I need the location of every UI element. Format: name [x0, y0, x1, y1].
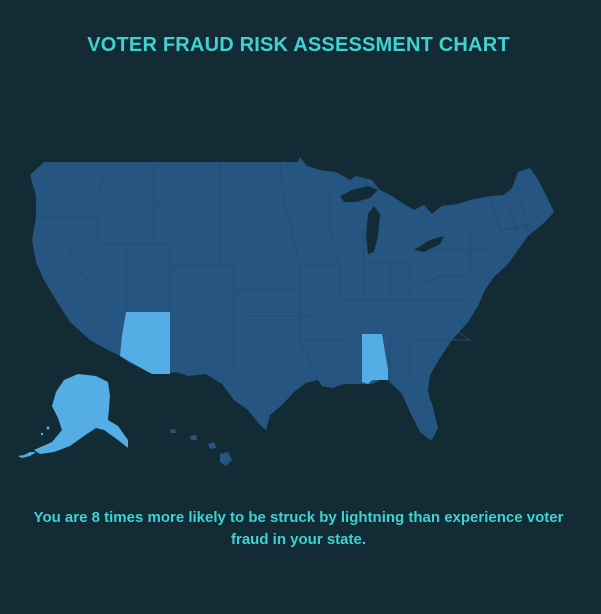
lightning-comparison-caption: You are 8 times more likely to be struck…	[33, 509, 564, 548]
florida	[388, 378, 438, 440]
page-title: VOTER FRAUD RISK ASSESSMENT CHART	[87, 34, 510, 56]
state-hawaii-oahu	[190, 435, 197, 440]
state-arizona	[120, 312, 170, 374]
state-hawaii-big-island	[220, 452, 232, 466]
alaska-island	[40, 432, 44, 436]
us-map	[18, 157, 554, 466]
hawaii-inset	[170, 429, 232, 466]
state-alaska	[34, 374, 128, 454]
alaska-island	[46, 426, 50, 430]
alaska-aleutians	[18, 452, 36, 458]
state-hawaii-kauai	[170, 429, 176, 433]
state-hawaii-maui	[208, 442, 216, 449]
alaska-inset	[18, 374, 128, 458]
